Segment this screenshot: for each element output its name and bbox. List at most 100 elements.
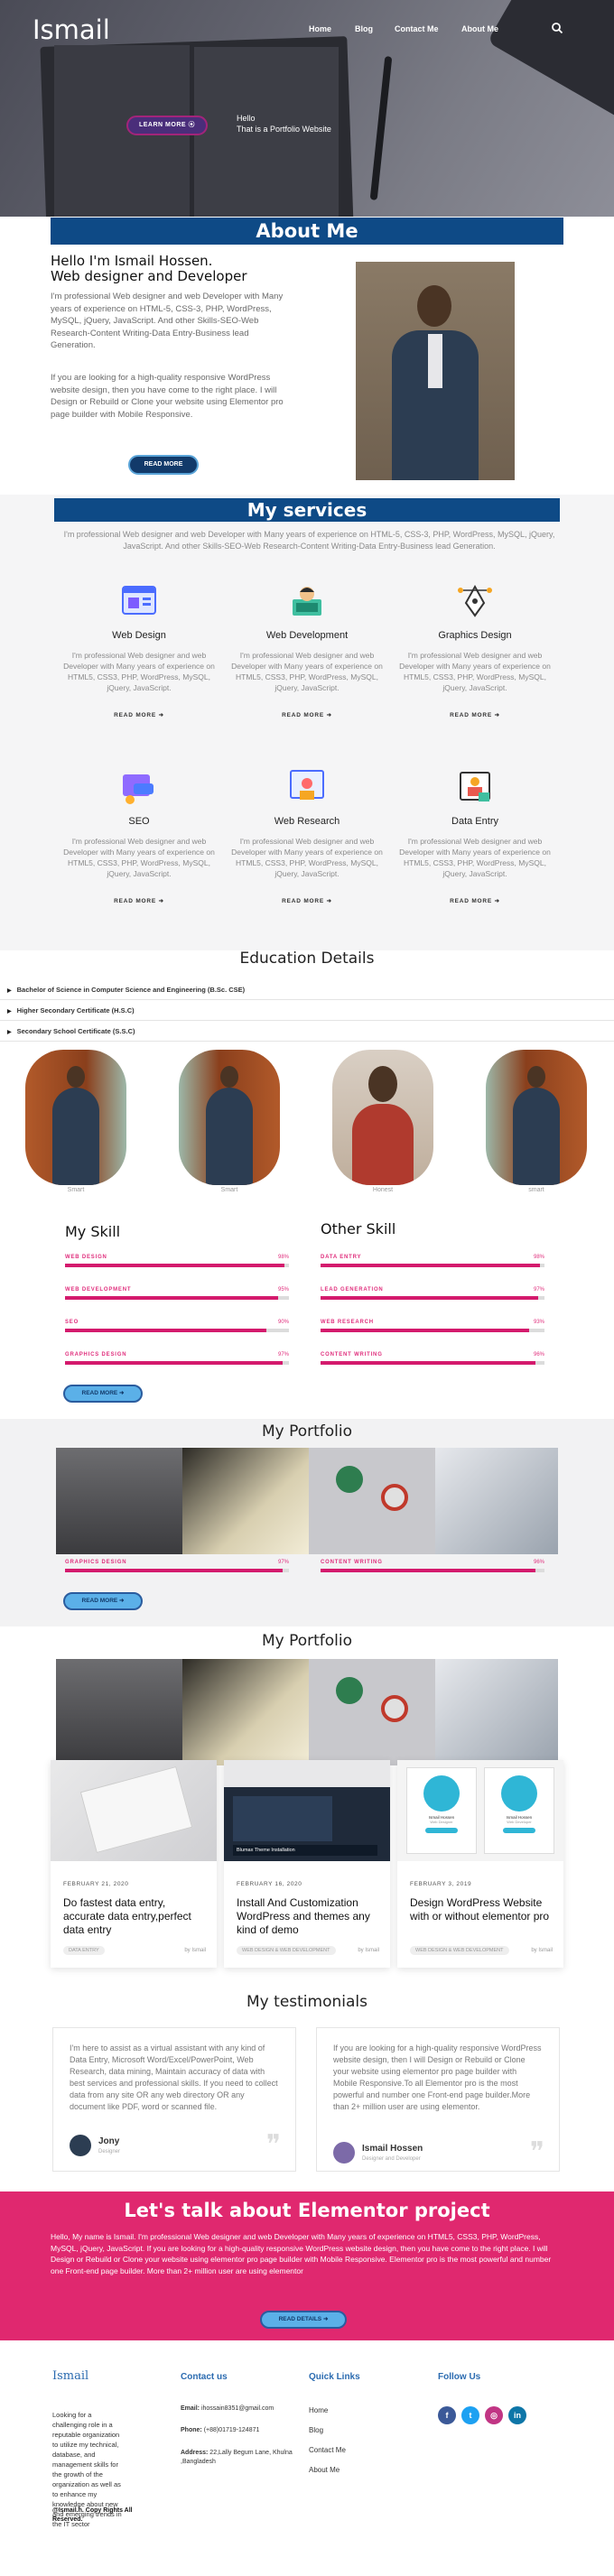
portfolio-image[interactable] [182, 1659, 309, 1765]
portfolio-image[interactable] [435, 1659, 558, 1765]
skill-percent: 97% [277, 1352, 289, 1357]
site-logo[interactable]: Ismail [33, 14, 110, 45]
service-graphics-design: Graphics Design I'm professional Web des… [394, 581, 556, 718]
service-read-more-link[interactable]: READ MORE ➜ [394, 711, 556, 718]
education-title: Education Details [239, 950, 375, 968]
about-heading: Hello I'm Ismail Hossen. [51, 253, 213, 269]
blog-author: by Ismail [184, 1948, 206, 1953]
service-read-more-link[interactable]: READ MORE ➜ [58, 711, 220, 718]
nav-home[interactable]: Home [309, 24, 331, 33]
services-intro: I'm professional Web designer and web De… [63, 530, 555, 551]
skill-label: GRAPHICS DESIGN [65, 1560, 127, 1565]
testimonial-role: Designer and Developer [362, 2156, 421, 2162]
service-seo: SEO I'm professional Web designer and we… [58, 767, 220, 904]
service-read-more-link[interactable]: READ MORE ➜ [226, 897, 388, 904]
footer-logo[interactable]: Ismail [52, 2369, 88, 2383]
education-item[interactable]: ▶ Higher Secondary Certificate (H.S.C) [0, 1001, 614, 1021]
cta-text: Hello, My name is Ismail. I'm profession… [51, 2232, 552, 2275]
service-description: I'm professional Web designer and web De… [399, 837, 551, 878]
skill-label: WEB DEVELOPMENT [65, 1287, 132, 1293]
web-design-icon [119, 581, 159, 621]
footer-link-about[interactable]: About Me [309, 2466, 340, 2474]
team-label: smart [528, 1187, 544, 1193]
portfolio-image[interactable] [56, 1659, 182, 1765]
portfolio-image[interactable] [309, 1448, 435, 1554]
team-label: Smart [67, 1187, 85, 1193]
education-item[interactable]: ▶ Bachelor of Science in Computer Science… [0, 980, 614, 1000]
linkedin-icon[interactable]: in [508, 2406, 526, 2424]
team-photo [179, 1050, 280, 1185]
blog-date: FEBRUARY 3, 2019 [410, 1881, 472, 1887]
twitter-icon[interactable]: t [461, 2406, 479, 2424]
skills-read-more-button[interactable]: READ MORE ➜ [63, 1385, 143, 1403]
skill-label: CONTENT WRITING [321, 1352, 383, 1357]
skill-bar-fill [65, 1569, 283, 1572]
contact-title: Contact us [181, 2372, 228, 2382]
testimonial-role: Designer [98, 2149, 121, 2154]
blog-tag[interactable]: WEB DESIGN & WEB DEVELOPMENT [410, 1946, 509, 1955]
skill-bar-track [321, 1361, 544, 1365]
learn-more-button[interactable]: LEARN MORE ⦿ [126, 116, 208, 135]
blog-image [51, 1760, 217, 1861]
arrow-icon: ➜ [326, 712, 332, 718]
blog-author: by Ismail [358, 1948, 379, 1953]
arrow-icon: ➜ [494, 712, 500, 718]
testimonial-name: Ismail Hossen [362, 2144, 423, 2154]
quick-links-title: Quick Links [309, 2372, 360, 2382]
service-read-more-link[interactable]: READ MORE ➜ [394, 897, 556, 904]
blog-author: by Ismail [531, 1948, 553, 1953]
portfolio-image[interactable] [435, 1448, 558, 1554]
team-photo [25, 1050, 126, 1185]
blog-title[interactable]: Design WordPress Website with or without… [410, 1896, 553, 1923]
education-item[interactable]: ▶ Secondary School Certificate (S.S.C) [0, 1022, 614, 1042]
service-read-more-link[interactable]: READ MORE ➜ [226, 711, 388, 718]
service-description: I'm professional Web designer and web De… [231, 651, 383, 692]
footer-link-home[interactable]: Home [309, 2406, 328, 2414]
blog-date: FEBRUARY 16, 2020 [237, 1881, 302, 1887]
portfolio-image[interactable] [309, 1659, 435, 1765]
blog-tag[interactable]: DATA ENTRY [63, 1946, 105, 1955]
search-icon[interactable] [551, 22, 563, 34]
skill-percent: 98% [533, 1255, 544, 1260]
skill-bar-fill [321, 1264, 541, 1267]
blog-card[interactable]: Blumax Theme Installation FEBRUARY 16, 2… [224, 1760, 390, 1968]
portfolio-read-more-button[interactable]: READ MORE ➜ [63, 1592, 143, 1610]
blog-title[interactable]: Install And Customization WordPress and … [237, 1896, 379, 1937]
blog-tag[interactable]: WEB DESIGN & WEB DEVELOPMENT [237, 1946, 336, 1955]
skill-percent: 96% [533, 1560, 544, 1565]
nav-blog[interactable]: Blog [355, 24, 373, 33]
nav-about[interactable]: About Me [461, 24, 498, 33]
blog-card[interactable]: Ismail Hossen Web Designer Ismail Hossen W… [397, 1760, 563, 1968]
service-read-more-link[interactable]: READ MORE ➜ [58, 897, 220, 904]
team-photo [486, 1050, 587, 1185]
testimonial-quote: If you are looking for a high-quality re… [333, 2043, 542, 2111]
footer-address: Address: 22,Lally Begum Lane, Khulna ,Ba… [181, 2450, 293, 2465]
instagram-icon[interactable]: ◎ [485, 2406, 503, 2424]
about-read-more-button[interactable]: READ MORE [128, 455, 199, 475]
portfolio-image[interactable] [56, 1448, 182, 1554]
arrow-icon: ➜ [158, 712, 164, 718]
blog-title[interactable]: Do fastest data entry, accurate data ent… [63, 1896, 206, 1937]
arrow-icon: ➜ [158, 898, 164, 904]
caret-right-icon: ▶ [7, 988, 12, 994]
team-label: Smart [220, 1187, 238, 1193]
read-details-button[interactable]: READ DETAILS ➜ [260, 2311, 347, 2329]
other-skill-title: Other Skill [321, 1220, 396, 1237]
skill-percent: 90% [277, 1320, 289, 1325]
footer-link-contact[interactable]: Contact Me [309, 2446, 346, 2454]
portfolio-title-2: My Portfolio [261, 1632, 353, 1650]
web-development-icon [287, 581, 327, 621]
portfolio-image[interactable] [182, 1448, 309, 1554]
caret-right-icon: ▶ [7, 1009, 12, 1015]
blog-card[interactable]: FEBRUARY 21, 2020 Do fastest data entry,… [51, 1760, 217, 1968]
skill-percent: 96% [533, 1352, 544, 1357]
portfolio-gallery-2 [56, 1659, 558, 1765]
facebook-icon[interactable]: f [438, 2406, 456, 2424]
skill-label: GRAPHICS DESIGN [65, 1352, 127, 1357]
service-title: Data Entry [451, 816, 498, 827]
profile-photo [356, 262, 515, 480]
nav-contact[interactable]: Contact Me [395, 24, 439, 33]
skill-bar-track [321, 1329, 544, 1332]
footer-link-blog[interactable]: Blog [309, 2426, 323, 2434]
service-title: Graphics Design [438, 630, 512, 641]
